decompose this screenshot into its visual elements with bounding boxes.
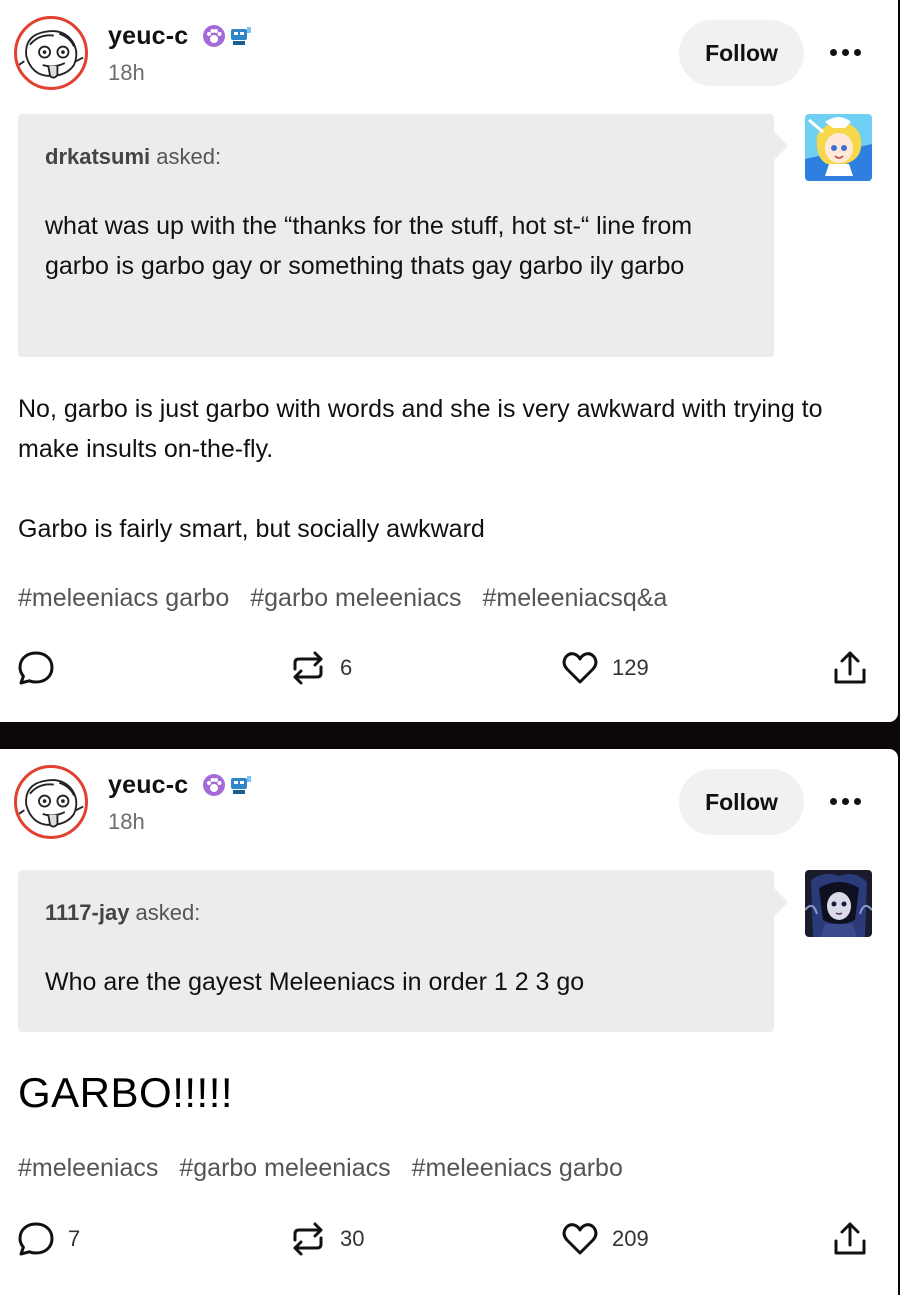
tag[interactable]: #garbo meleeniacs	[179, 1154, 390, 1183]
ask-question: what was up with the “thanks for the stu…	[45, 212, 693, 280]
ask-box: 1117-jay asked: Who are the gayest Melee…	[18, 870, 788, 1032]
reply-button[interactable]: 7	[16, 1219, 80, 1259]
like-count: 209	[612, 1226, 649, 1251]
asker-line: 1117-jay asked:	[45, 900, 200, 926]
like-button[interactable]: 209	[560, 1219, 649, 1259]
reblog-icon	[293, 651, 323, 685]
like-icon	[562, 1223, 598, 1255]
more-icon[interactable]	[826, 789, 864, 813]
reply-count: 7	[68, 1226, 81, 1251]
doodle-face-icon	[18, 30, 84, 79]
badges	[202, 24, 252, 48]
tag-list: #meleeniacs garbo #garbo meleeniacs #mel…	[18, 584, 667, 613]
reply-icon	[18, 1222, 54, 1256]
ask-question: Who are the gayest Meleeniacs in order 1…	[45, 968, 585, 996]
reblog-button[interactable]: 30	[288, 1219, 364, 1259]
tag[interactable]: #garbo meleeniacs	[250, 584, 461, 613]
post-card: yeuc-c 18h Follow drkatsumi asked: what …	[0, 0, 898, 722]
asker-avatar[interactable]	[805, 870, 872, 937]
asker-line: drkatsumi asked:	[45, 144, 221, 170]
paw-badge-icon[interactable]	[202, 24, 226, 48]
reply-button[interactable]	[16, 648, 68, 688]
tag-list: #meleeniacs #garbo meleeniacs #meleeniac…	[18, 1154, 623, 1183]
reblog-button[interactable]: 6	[288, 648, 352, 688]
answer-paragraph: No, garbo is just garbo with words and s…	[18, 395, 823, 463]
share-button[interactable]	[830, 1219, 870, 1259]
post-actions: 6 129	[0, 648, 898, 692]
paw-badge-icon[interactable]	[202, 773, 226, 797]
answer-text: GARBO!!!!!	[18, 1069, 234, 1116]
tag[interactable]: #meleeniacs garbo	[18, 584, 229, 613]
reply-icon	[18, 651, 54, 685]
doodle-face-icon	[18, 779, 84, 828]
ask-box: drkatsumi asked: what was up with the “t…	[18, 114, 788, 357]
reblog-count: 6	[340, 655, 353, 680]
tag[interactable]: #meleeniacs	[18, 1154, 158, 1183]
anime-avatar-icon	[805, 114, 872, 181]
asked-label: asked:	[150, 144, 222, 169]
author-avatar[interactable]	[14, 16, 88, 90]
share-icon	[834, 1222, 866, 1255]
reblog-icon	[293, 1222, 323, 1256]
gothic-avatar-icon	[805, 870, 872, 937]
robot-badge-icon[interactable]	[228, 773, 252, 797]
post-timestamp[interactable]: 18h	[108, 60, 145, 86]
tag[interactable]: #meleeniacs garbo	[412, 1154, 623, 1183]
author-avatar[interactable]	[14, 765, 88, 839]
author-name[interactable]: yeuc-c	[108, 22, 188, 51]
follow-button[interactable]: Follow	[679, 20, 804, 86]
asker-name[interactable]: drkatsumi	[45, 144, 150, 169]
post-timestamp[interactable]: 18h	[108, 809, 145, 835]
badges	[202, 773, 252, 797]
tag[interactable]: #meleeniacsq&a	[483, 584, 668, 613]
share-icon	[834, 651, 866, 684]
like-button[interactable]: 129	[560, 648, 649, 688]
asked-label: asked:	[129, 900, 201, 925]
asker-avatar[interactable]	[805, 114, 872, 181]
asker-name[interactable]: 1117-jay	[45, 900, 129, 925]
follow-button[interactable]: Follow	[679, 769, 804, 835]
post-card: yeuc-c 18h Follow 1117-jay asked: Who ar…	[0, 749, 898, 1295]
robot-badge-icon[interactable]	[228, 24, 252, 48]
share-button[interactable]	[830, 648, 870, 688]
author-name[interactable]: yeuc-c	[108, 771, 188, 800]
answer-paragraph: Garbo is fairly smart, but socially awkw…	[18, 515, 485, 543]
post-actions: 7 30 209	[0, 1219, 898, 1263]
more-icon[interactable]	[826, 40, 864, 64]
like-icon	[562, 652, 598, 684]
like-count: 129	[612, 655, 649, 680]
reblog-count: 30	[340, 1226, 365, 1251]
